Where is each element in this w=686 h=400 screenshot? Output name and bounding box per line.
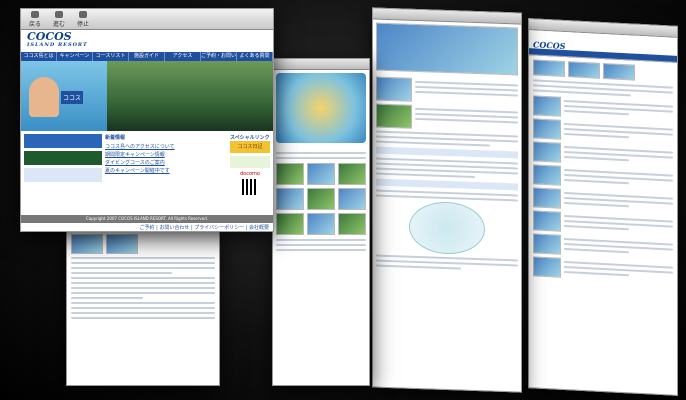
thumbnail[interactable] bbox=[276, 163, 304, 185]
qr-code-icon bbox=[242, 179, 258, 195]
window-titlebar bbox=[373, 8, 521, 25]
site-header: COCOS ISLAND RESORT bbox=[21, 30, 273, 52]
back-button[interactable]: 戻る bbox=[29, 10, 41, 28]
hero-tag: ココス bbox=[61, 91, 84, 104]
nav-item[interactable]: キャンペーン bbox=[57, 52, 93, 61]
news-heading: 新着情報 bbox=[105, 135, 126, 141]
news-link[interactable]: 夏のキャンペーン開催中です bbox=[105, 167, 227, 174]
footer-links[interactable]: ご予約 | お問い合わせ | プライバシーポリシー | 会社概要 bbox=[21, 223, 273, 231]
browser-window-campaign bbox=[66, 226, 220, 386]
bus-photo bbox=[106, 234, 138, 254]
thumbnail bbox=[376, 76, 412, 102]
thumbnail[interactable] bbox=[533, 164, 561, 186]
thumbnail[interactable] bbox=[533, 141, 561, 163]
hero-banner: ココス bbox=[21, 61, 273, 131]
bus-photo bbox=[71, 234, 103, 254]
news-link[interactable]: 期間限定キャンペーン情報 bbox=[105, 151, 227, 158]
thumbnail[interactable] bbox=[338, 188, 366, 210]
forward-arrow-icon bbox=[55, 10, 64, 18]
island-illustration-map bbox=[276, 73, 366, 143]
site-logo: COCOS bbox=[533, 39, 566, 52]
model-figure bbox=[29, 77, 59, 117]
nav-item[interactable]: 施設ガイド bbox=[129, 52, 165, 61]
docomo-label: docomo bbox=[240, 171, 260, 177]
thumbnail[interactable] bbox=[533, 95, 561, 117]
location-map bbox=[409, 200, 485, 256]
page-content bbox=[529, 55, 677, 291]
thumbnail[interactable] bbox=[533, 256, 561, 278]
thumbnail[interactable] bbox=[307, 163, 335, 185]
thumbnail[interactable] bbox=[533, 187, 561, 209]
thumbnail[interactable] bbox=[603, 63, 635, 81]
thumbnail[interactable] bbox=[533, 59, 565, 78]
thumbnail[interactable] bbox=[568, 61, 600, 79]
nav-item[interactable]: ココス島とは bbox=[21, 52, 57, 61]
news-link[interactable]: ダイビングコースのご案内 bbox=[105, 159, 227, 166]
thumbnail[interactable] bbox=[533, 210, 561, 232]
special-banner[interactable] bbox=[230, 156, 270, 168]
hero-resort-photo bbox=[107, 61, 273, 131]
thumbnail[interactable] bbox=[533, 118, 561, 140]
nav-item[interactable]: よくある質問 bbox=[237, 52, 273, 61]
thumbnail[interactable] bbox=[276, 188, 304, 210]
home-content: 新着情報 ココス島へのアクセスについて 期間限定キャンペーン情報 ダイビングコー… bbox=[21, 131, 273, 215]
island-aerial-photo bbox=[376, 22, 518, 76]
stop-icon bbox=[79, 10, 88, 18]
forward-button[interactable]: 進む bbox=[53, 10, 65, 28]
thumbnail[interactable] bbox=[276, 213, 304, 235]
main-nav: ココス島とは キャンペーン コースリスト 施設ガイド アクセス ご予約・お問い合… bbox=[21, 52, 273, 61]
left-column bbox=[24, 134, 102, 212]
promo-banner[interactable] bbox=[24, 134, 102, 148]
window-titlebar bbox=[273, 59, 369, 70]
copyright-footer: Copyright 2007 COCOS ISLAND RESORT. All … bbox=[21, 215, 273, 223]
browser-window-access bbox=[372, 7, 522, 393]
back-arrow-icon bbox=[31, 10, 39, 18]
diary-link[interactable]: ココス日記 bbox=[230, 141, 270, 153]
nav-item[interactable]: コースリスト bbox=[93, 52, 129, 61]
browser-window-facility-map bbox=[272, 58, 370, 386]
thumbnail[interactable] bbox=[533, 233, 561, 255]
screenshot-collage: COCOS 戻る 進む 停止 COCOS ISLAND RESORT ココス島と… bbox=[0, 0, 686, 400]
hero-model-photo: ココス bbox=[21, 61, 107, 131]
nav-item[interactable]: ご予約・お問い合わせ bbox=[201, 52, 237, 61]
special-column: スペシャルリンク ココス日記 docomo bbox=[230, 134, 270, 212]
browser-toolbar: 戻る 進む 停止 bbox=[21, 9, 273, 30]
browser-window-home: 戻る 進む 停止 COCOS ISLAND RESORT ココス島とは キャンペ… bbox=[20, 8, 274, 232]
thumb-row bbox=[533, 59, 673, 82]
nav-item[interactable]: アクセス bbox=[165, 52, 201, 61]
thumbnail bbox=[376, 103, 412, 129]
thumbnail[interactable] bbox=[338, 163, 366, 185]
panorama-banner[interactable] bbox=[24, 151, 102, 165]
page-content bbox=[273, 146, 369, 257]
section-header bbox=[376, 178, 518, 191]
page-content bbox=[67, 227, 219, 326]
thumbnail[interactable] bbox=[307, 188, 335, 210]
section-header bbox=[376, 146, 518, 159]
promo-banner[interactable] bbox=[24, 168, 102, 182]
thumbnail[interactable] bbox=[307, 213, 335, 235]
news-column: 新着情報 ココス島へのアクセスについて 期間限定キャンペーン情報 ダイビングコー… bbox=[105, 134, 227, 212]
browser-window-course-list: COCOS bbox=[528, 18, 678, 396]
news-link[interactable]: ココス島へのアクセスについて bbox=[105, 143, 227, 150]
special-heading: スペシャルリンク bbox=[230, 135, 270, 141]
stop-button[interactable]: 停止 bbox=[77, 10, 89, 28]
thumbnail[interactable] bbox=[338, 213, 366, 235]
site-logo[interactable]: COCOS ISLAND RESORT bbox=[27, 31, 88, 50]
page-content bbox=[373, 73, 521, 277]
